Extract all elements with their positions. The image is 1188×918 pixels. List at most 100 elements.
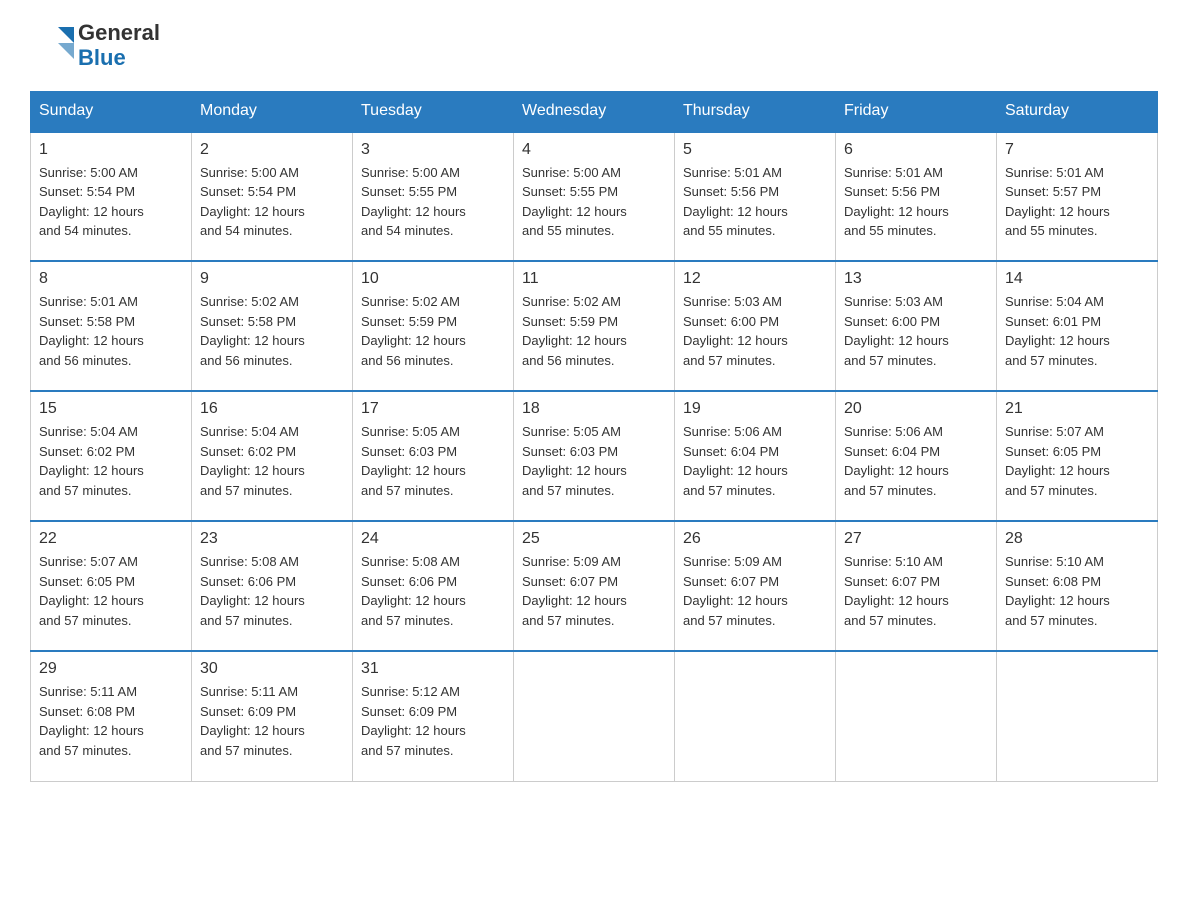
calendar-cell: [514, 651, 675, 781]
day-info: Sunrise: 5:00 AM Sunset: 5:55 PM Dayligh…: [522, 163, 666, 241]
week-row-4: 22 Sunrise: 5:07 AM Sunset: 6:05 PM Dayl…: [31, 521, 1158, 651]
day-info: Sunrise: 5:06 AM Sunset: 6:04 PM Dayligh…: [844, 422, 988, 500]
day-number: 6: [844, 141, 988, 159]
calendar-cell: 7 Sunrise: 5:01 AM Sunset: 5:57 PM Dayli…: [997, 131, 1158, 261]
calendar-cell: 8 Sunrise: 5:01 AM Sunset: 5:58 PM Dayli…: [31, 261, 192, 391]
day-number: 26: [683, 530, 827, 548]
calendar-header: SundayMondayTuesdayWednesdayThursdayFrid…: [31, 91, 1158, 131]
day-number: 17: [361, 400, 505, 418]
day-info: Sunrise: 5:10 AM Sunset: 6:07 PM Dayligh…: [844, 552, 988, 630]
calendar-cell: 9 Sunrise: 5:02 AM Sunset: 5:58 PM Dayli…: [192, 261, 353, 391]
day-number: 18: [522, 400, 666, 418]
calendar-cell: 20 Sunrise: 5:06 AM Sunset: 6:04 PM Dayl…: [836, 391, 997, 521]
day-info: Sunrise: 5:10 AM Sunset: 6:08 PM Dayligh…: [1005, 552, 1149, 630]
day-number: 22: [39, 530, 183, 548]
calendar-cell: 28 Sunrise: 5:10 AM Sunset: 6:08 PM Dayl…: [997, 521, 1158, 651]
column-header-sunday: Sunday: [31, 91, 192, 131]
calendar-cell: [997, 651, 1158, 781]
day-number: 1: [39, 141, 183, 159]
calendar-cell: 25 Sunrise: 5:09 AM Sunset: 6:07 PM Dayl…: [514, 521, 675, 651]
logo-container: General Blue: [30, 20, 160, 71]
day-number: 7: [1005, 141, 1149, 159]
day-info: Sunrise: 5:09 AM Sunset: 6:07 PM Dayligh…: [522, 552, 666, 630]
day-number: 4: [522, 141, 666, 159]
week-row-3: 15 Sunrise: 5:04 AM Sunset: 6:02 PM Dayl…: [31, 391, 1158, 521]
calendar-cell: 27 Sunrise: 5:10 AM Sunset: 6:07 PM Dayl…: [836, 521, 997, 651]
day-number: 31: [361, 660, 505, 678]
calendar-cell: 23 Sunrise: 5:08 AM Sunset: 6:06 PM Dayl…: [192, 521, 353, 651]
day-number: 5: [683, 141, 827, 159]
day-info: Sunrise: 5:03 AM Sunset: 6:00 PM Dayligh…: [844, 292, 988, 370]
day-info: Sunrise: 5:01 AM Sunset: 5:56 PM Dayligh…: [683, 163, 827, 241]
day-info: Sunrise: 5:04 AM Sunset: 6:01 PM Dayligh…: [1005, 292, 1149, 370]
logo-svg: [30, 21, 74, 65]
column-header-friday: Friday: [836, 91, 997, 131]
day-info: Sunrise: 5:11 AM Sunset: 6:08 PM Dayligh…: [39, 682, 183, 760]
day-info: Sunrise: 5:02 AM Sunset: 5:59 PM Dayligh…: [522, 292, 666, 370]
day-info: Sunrise: 5:04 AM Sunset: 6:02 PM Dayligh…: [39, 422, 183, 500]
day-number: 16: [200, 400, 344, 418]
logo: General Blue: [30, 20, 160, 71]
day-number: 14: [1005, 270, 1149, 288]
day-info: Sunrise: 5:05 AM Sunset: 6:03 PM Dayligh…: [361, 422, 505, 500]
calendar-cell: 13 Sunrise: 5:03 AM Sunset: 6:00 PM Dayl…: [836, 261, 997, 391]
day-info: Sunrise: 5:08 AM Sunset: 6:06 PM Dayligh…: [200, 552, 344, 630]
logo-general: General: [78, 20, 160, 45]
day-info: Sunrise: 5:01 AM Sunset: 5:57 PM Dayligh…: [1005, 163, 1149, 241]
page-header: General Blue: [30, 20, 1158, 71]
day-number: 19: [683, 400, 827, 418]
calendar-cell: 22 Sunrise: 5:07 AM Sunset: 6:05 PM Dayl…: [31, 521, 192, 651]
calendar-cell: 4 Sunrise: 5:00 AM Sunset: 5:55 PM Dayli…: [514, 131, 675, 261]
day-number: 2: [200, 141, 344, 159]
day-number: 24: [361, 530, 505, 548]
day-info: Sunrise: 5:09 AM Sunset: 6:07 PM Dayligh…: [683, 552, 827, 630]
calendar-cell: 21 Sunrise: 5:07 AM Sunset: 6:05 PM Dayl…: [997, 391, 1158, 521]
calendar-cell: 15 Sunrise: 5:04 AM Sunset: 6:02 PM Dayl…: [31, 391, 192, 521]
column-header-thursday: Thursday: [675, 91, 836, 131]
logo-blue: Blue: [78, 45, 160, 70]
calendar-cell: 3 Sunrise: 5:00 AM Sunset: 5:55 PM Dayli…: [353, 131, 514, 261]
week-row-1: 1 Sunrise: 5:00 AM Sunset: 5:54 PM Dayli…: [31, 131, 1158, 261]
day-number: 10: [361, 270, 505, 288]
calendar-cell: 14 Sunrise: 5:04 AM Sunset: 6:01 PM Dayl…: [997, 261, 1158, 391]
week-row-5: 29 Sunrise: 5:11 AM Sunset: 6:08 PM Dayl…: [31, 651, 1158, 781]
calendar-cell: 31 Sunrise: 5:12 AM Sunset: 6:09 PM Dayl…: [353, 651, 514, 781]
day-info: Sunrise: 5:11 AM Sunset: 6:09 PM Dayligh…: [200, 682, 344, 760]
calendar-body: 1 Sunrise: 5:00 AM Sunset: 5:54 PM Dayli…: [31, 131, 1158, 781]
calendar-cell: 12 Sunrise: 5:03 AM Sunset: 6:00 PM Dayl…: [675, 261, 836, 391]
calendar-cell: 19 Sunrise: 5:06 AM Sunset: 6:04 PM Dayl…: [675, 391, 836, 521]
day-number: 9: [200, 270, 344, 288]
calendar-cell: 18 Sunrise: 5:05 AM Sunset: 6:03 PM Dayl…: [514, 391, 675, 521]
day-info: Sunrise: 5:12 AM Sunset: 6:09 PM Dayligh…: [361, 682, 505, 760]
day-info: Sunrise: 5:02 AM Sunset: 5:59 PM Dayligh…: [361, 292, 505, 370]
day-number: 28: [1005, 530, 1149, 548]
day-number: 11: [522, 270, 666, 288]
day-info: Sunrise: 5:05 AM Sunset: 6:03 PM Dayligh…: [522, 422, 666, 500]
calendar-cell: 11 Sunrise: 5:02 AM Sunset: 5:59 PM Dayl…: [514, 261, 675, 391]
calendar-cell: [675, 651, 836, 781]
day-info: Sunrise: 5:03 AM Sunset: 6:00 PM Dayligh…: [683, 292, 827, 370]
calendar-cell: 26 Sunrise: 5:09 AM Sunset: 6:07 PM Dayl…: [675, 521, 836, 651]
day-number: 29: [39, 660, 183, 678]
day-number: 30: [200, 660, 344, 678]
day-info: Sunrise: 5:02 AM Sunset: 5:58 PM Dayligh…: [200, 292, 344, 370]
column-header-monday: Monday: [192, 91, 353, 131]
day-info: Sunrise: 5:08 AM Sunset: 6:06 PM Dayligh…: [361, 552, 505, 630]
logo-graphic: [30, 21, 74, 70]
day-info: Sunrise: 5:01 AM Sunset: 5:56 PM Dayligh…: [844, 163, 988, 241]
calendar-cell: 24 Sunrise: 5:08 AM Sunset: 6:06 PM Dayl…: [353, 521, 514, 651]
calendar-cell: 6 Sunrise: 5:01 AM Sunset: 5:56 PM Dayli…: [836, 131, 997, 261]
day-number: 20: [844, 400, 988, 418]
day-number: 27: [844, 530, 988, 548]
day-number: 13: [844, 270, 988, 288]
day-info: Sunrise: 5:00 AM Sunset: 5:54 PM Dayligh…: [39, 163, 183, 241]
day-number: 21: [1005, 400, 1149, 418]
day-number: 23: [200, 530, 344, 548]
day-number: 8: [39, 270, 183, 288]
day-info: Sunrise: 5:00 AM Sunset: 5:54 PM Dayligh…: [200, 163, 344, 241]
calendar-cell: 29 Sunrise: 5:11 AM Sunset: 6:08 PM Dayl…: [31, 651, 192, 781]
column-header-wednesday: Wednesday: [514, 91, 675, 131]
day-info: Sunrise: 5:01 AM Sunset: 5:58 PM Dayligh…: [39, 292, 183, 370]
column-header-tuesday: Tuesday: [353, 91, 514, 131]
calendar-cell: [836, 651, 997, 781]
